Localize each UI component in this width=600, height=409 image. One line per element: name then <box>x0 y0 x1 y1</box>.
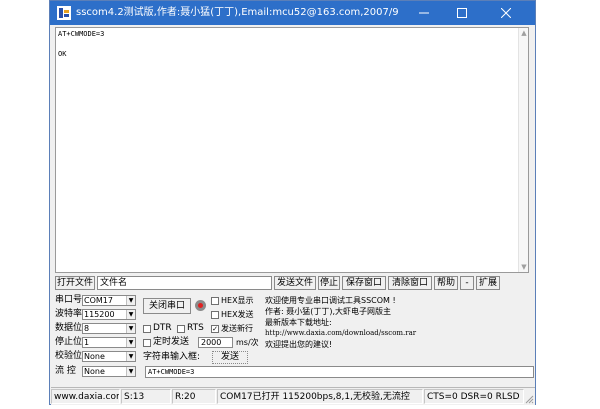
chevron-down-icon: ▼ <box>126 352 135 361</box>
stopbits-select[interactable]: 1 ▼ <box>82 337 136 348</box>
databits-label: 数据位 <box>55 323 83 333</box>
help-button[interactable]: 帮助 <box>434 276 458 290</box>
sscom-window: sscom4.2测试版,作者:聂小猛(丁丁),Email:mcu52@163.c… <box>49 0 536 405</box>
clear-window-button[interactable]: 清除窗口 <box>388 276 432 290</box>
receive-area[interactable]: AT+CWMODE=3 OK ▲ ▼ <box>55 27 529 273</box>
flow-select[interactable]: None ▼ <box>82 366 136 377</box>
chevron-down-icon: ▼ <box>126 338 135 347</box>
char-input-label: 字符串输入框: <box>143 352 201 362</box>
baud-value: 115200 <box>84 310 115 319</box>
stopbits-value: 1 <box>84 338 90 347</box>
info-panel: 欢迎使用专业串口调试工具SSCOM ! 作者: 聂小猛(丁丁),大虾电子网版主 … <box>265 295 533 350</box>
maximize-button[interactable] <box>443 1 481 25</box>
send-button[interactable]: 发送 <box>212 351 248 364</box>
collapse-button[interactable]: - <box>460 276 474 290</box>
chevron-down-icon: ▼ <box>126 296 135 305</box>
status-bar: www.daxia.com S:13 R:20 COM17已打开 115200b… <box>51 387 535 405</box>
status-port-state: COM17已打开 115200bps,8,1,无校验,无流控 <box>217 389 423 404</box>
status-site: www.daxia.com <box>51 389 120 404</box>
checkmark-icon: ✓ <box>212 325 218 333</box>
status-signals: CTS=0 DSR=0 RLSD <box>424 389 524 404</box>
flow-label: 流 控 <box>55 366 76 376</box>
interval-unit: ms/次 <box>236 338 259 347</box>
port-select[interactable]: COM17 ▼ <box>82 295 136 306</box>
send-file-button[interactable]: 发送文件 <box>274 276 316 290</box>
open-file-button[interactable]: 打开文件 <box>55 276 95 290</box>
close-port-button[interactable]: 关闭串口 <box>143 298 191 314</box>
rts-label: RTS <box>187 323 204 333</box>
dtr-checkbox[interactable] <box>143 325 151 333</box>
resize-grip-icon[interactable] <box>524 394 534 404</box>
scroll-down-icon[interactable]: ▼ <box>520 263 528 271</box>
timed-send-label: 定时发送 <box>153 337 190 347</box>
info-feedback: 欢迎提出您的建议! <box>265 340 333 349</box>
port-status-indicator <box>195 300 206 311</box>
scroll-up-icon[interactable]: ▲ <box>520 29 528 37</box>
file-button-row: 打开文件 文件名 发送文件 停止 保存窗口 清除窗口 帮助 - 扩展 <box>55 276 534 290</box>
hex-send-checkbox[interactable] <box>211 311 219 319</box>
control-panel: 串口号 COM17 ▼ 波特率 115200 ▼ 数据位 8 ▼ 停止位 1 ▼ 校验位… <box>55 293 534 383</box>
close-icon <box>501 8 511 18</box>
parity-value: None <box>84 352 105 361</box>
chevron-down-icon: ▼ <box>126 324 135 333</box>
port-value: COM17 <box>84 296 113 305</box>
maximize-icon <box>457 8 467 18</box>
minimize-button[interactable] <box>405 1 443 25</box>
flow-value: None <box>84 367 105 376</box>
file-name-field[interactable]: 文件名 <box>97 276 272 290</box>
dtr-label: DTR <box>153 323 172 333</box>
databits-value: 8 <box>84 324 90 333</box>
timed-send-checkbox[interactable] <box>143 339 151 347</box>
stop-button[interactable]: 停止 <box>318 276 340 290</box>
hex-display-label: HEX显示 <box>221 296 254 305</box>
minimize-icon <box>419 12 429 14</box>
status-received-count: R:20 <box>172 389 216 404</box>
send-input[interactable]: AT+CWMODE=3 <box>145 366 534 378</box>
baud-select[interactable]: 115200 ▼ <box>82 309 136 320</box>
save-window-button[interactable]: 保存窗口 <box>342 276 386 290</box>
info-author: 作者: 聂小猛(丁丁),大虾电子网版主 <box>265 307 392 316</box>
info-download-label: 最新版本下载地址: <box>265 318 332 327</box>
sscom-app-icon <box>57 6 71 20</box>
chevron-down-icon: ▼ <box>126 367 135 376</box>
window-title: sscom4.2测试版,作者:聂小猛(丁丁),Email:mcu52@163.c… <box>76 7 399 18</box>
info-welcome: 欢迎使用专业串口调试工具SSCOM ! <box>265 296 396 305</box>
vertical-scrollbar[interactable]: ▲ ▼ <box>518 28 528 272</box>
databits-select[interactable]: 8 ▼ <box>82 323 136 334</box>
title-bar[interactable]: sscom4.2测试版,作者:聂小猛(丁丁),Email:mcu52@163.c… <box>50 1 535 25</box>
status-sent-count: S:13 <box>121 389 171 404</box>
hex-display-checkbox[interactable] <box>211 297 219 305</box>
parity-label: 校验位 <box>55 351 83 361</box>
interval-input[interactable]: 2000 <box>198 337 233 348</box>
newline-label: 发送新行 <box>221 324 253 333</box>
newline-checkbox[interactable]: ✓ <box>211 325 219 333</box>
stopbits-label: 停止位 <box>55 337 83 347</box>
chevron-down-icon: ▼ <box>126 310 135 319</box>
parity-select[interactable]: None ▼ <box>82 351 136 362</box>
port-label: 串口号 <box>55 295 83 305</box>
hex-send-label: HEX发送 <box>221 310 254 319</box>
rts-checkbox[interactable] <box>177 325 185 333</box>
receive-text: AT+CWMODE=3 OK <box>58 30 105 58</box>
info-download-url: http://www.daxia.com/download/sscom.rar <box>265 329 417 337</box>
expand-button[interactable]: 扩展 <box>476 276 500 290</box>
baud-label: 波特率 <box>55 309 83 319</box>
close-button[interactable] <box>487 1 525 25</box>
